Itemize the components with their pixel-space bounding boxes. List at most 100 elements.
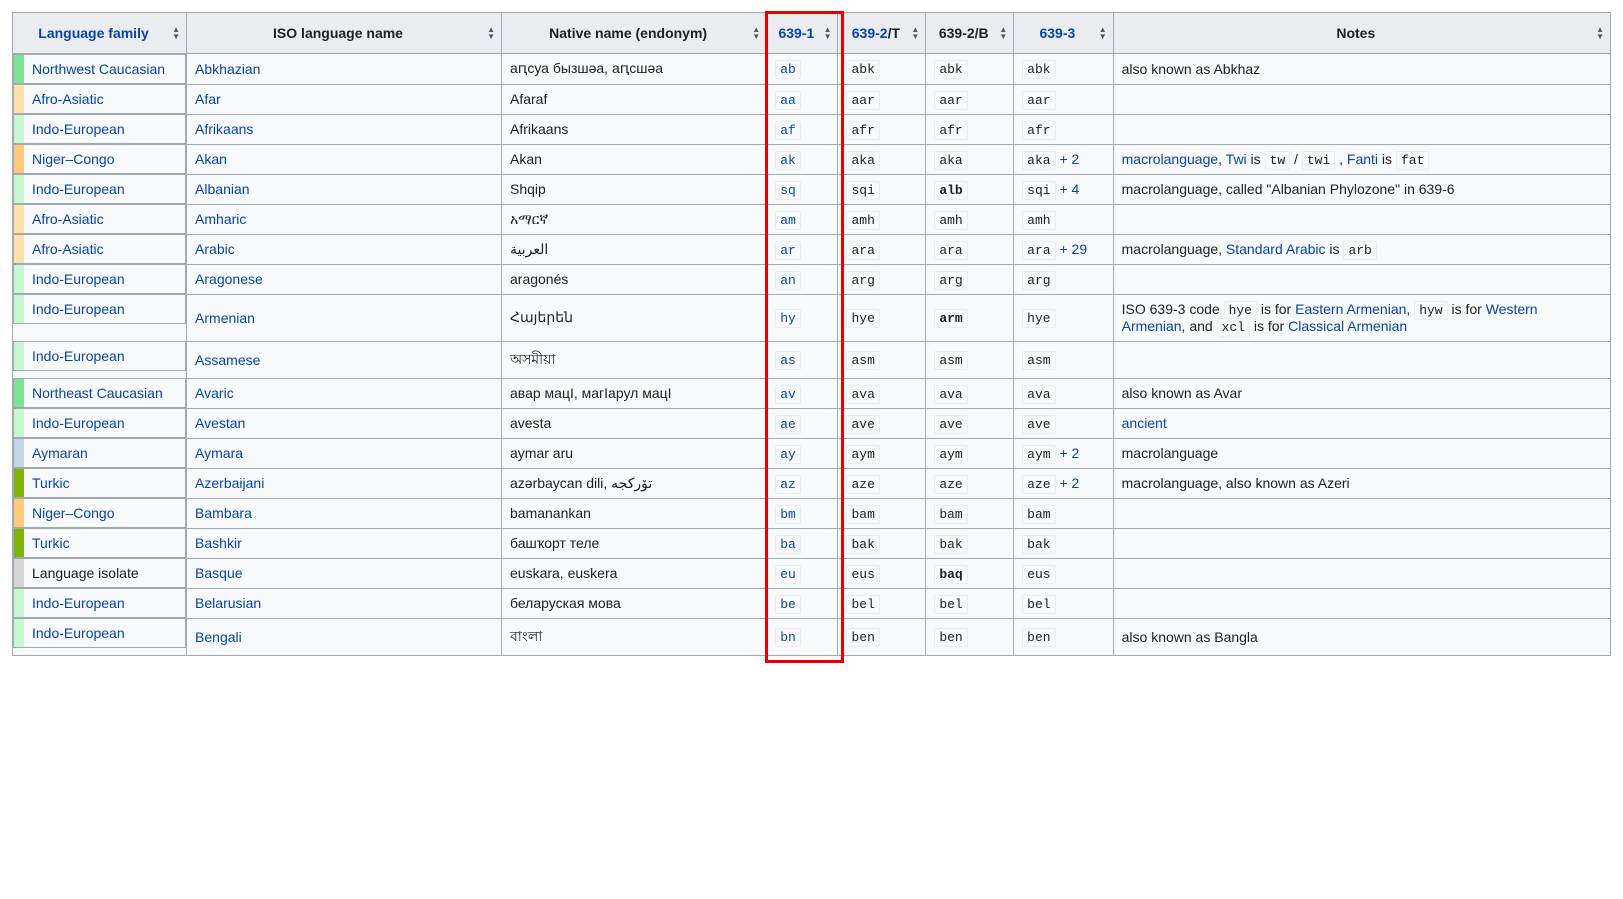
language-family-link[interactable]: Indo-European (32, 415, 125, 431)
language-family-link[interactable]: Aymaran (32, 445, 88, 461)
iso-language-name-link[interactable]: Arabic (195, 241, 235, 257)
iso-language-name-link[interactable]: Aymara (195, 445, 243, 461)
iso-language-name-link[interactable]: Basque (195, 565, 242, 581)
cell-639-2b: alb (926, 174, 1014, 204)
col-header-language-family[interactable]: Language family (13, 13, 187, 54)
code-639-1[interactable]: av (775, 385, 801, 404)
notes-link[interactable]: Fanti (1347, 151, 1378, 167)
notes-code: hyw (1414, 301, 1447, 320)
sort-icon[interactable] (824, 27, 832, 39)
notes-link[interactable]: macrolanguage (1122, 151, 1219, 167)
language-family-link[interactable]: Niger–Congo (32, 505, 115, 521)
code-639-3: hye (1022, 309, 1055, 328)
col-header-native-name[interactable]: Native name (endonym) (502, 13, 767, 54)
code-639-3-extra-link[interactable]: + 2 (1056, 151, 1080, 167)
language-family-link[interactable]: Indo-European (32, 181, 125, 197)
code-639-1[interactable]: hy (775, 309, 801, 328)
notes-link[interactable]: Eastern Armenian (1295, 301, 1406, 317)
code-639-1[interactable]: as (775, 351, 801, 370)
language-family-link[interactable]: Afro-Asiatic (32, 241, 104, 257)
notes-link[interactable]: Twi (1226, 151, 1247, 167)
iso-language-name-link[interactable]: Azerbaijani (195, 475, 264, 491)
language-family-link[interactable]: Northwest Caucasian (32, 61, 165, 77)
iso-language-name-link[interactable]: Afrikaans (195, 121, 253, 137)
language-family-link[interactable]: Indo-European (32, 301, 125, 317)
iso-language-name-link[interactable]: Abkhazian (195, 61, 260, 77)
iso-language-name-link[interactable]: Armenian (195, 310, 255, 326)
iso-language-name-link[interactable]: Belarusian (195, 595, 261, 611)
table-row: Afro-AsiaticAfarAfarafaaaaraaraar (13, 84, 1611, 114)
iso-language-name-link[interactable]: Amharic (195, 211, 246, 227)
language-family-link[interactable]: Northeast Caucasian (32, 385, 163, 401)
iso-language-name-link[interactable]: Albanian (195, 181, 250, 197)
code-639-3-extra-link[interactable]: + 29 (1056, 241, 1088, 257)
cell-language-family: Indo-European (13, 114, 186, 144)
code-639-1[interactable]: sq (775, 181, 801, 200)
sort-icon[interactable] (172, 27, 180, 39)
col-header-iso-language-name[interactable]: ISO language name (187, 13, 502, 54)
code-639-1[interactable]: aa (775, 91, 801, 110)
code-639-2t: sqi (846, 181, 879, 200)
language-family-link[interactable]: Turkic (32, 475, 70, 491)
cell-native-name: Հայերեն (502, 294, 767, 341)
iso-language-name-link[interactable]: Aragonese (195, 271, 263, 287)
language-family-link[interactable]: Indo-European (32, 595, 125, 611)
iso-language-name-link[interactable]: Avestan (195, 415, 245, 431)
code-639-1[interactable]: am (775, 211, 801, 230)
col-header-639-2b[interactable]: 639-2/B (926, 13, 1014, 54)
code-639-1[interactable]: eu (775, 565, 801, 584)
cell-language-family: Language isolate (13, 558, 186, 588)
cell-639-2t: bak (838, 528, 926, 558)
sort-icon[interactable] (487, 27, 495, 39)
language-family-link[interactable]: Indo-European (32, 271, 125, 287)
code-639-1[interactable]: ba (775, 535, 801, 554)
col-header-639-1[interactable]: 639-1 (767, 13, 838, 54)
code-639-1[interactable]: ay (775, 445, 801, 464)
code-639-3-extra-link[interactable]: + 2 (1056, 445, 1080, 461)
notes-text: , (1218, 151, 1226, 167)
iso-language-name-link[interactable]: Akan (195, 151, 227, 167)
sort-icon[interactable] (1099, 27, 1107, 39)
sort-icon[interactable] (1596, 27, 1604, 39)
code-639-1[interactable]: an (775, 271, 801, 290)
code-639-1[interactable]: bm (775, 505, 801, 524)
cell-language-family: Northeast Caucasian (13, 378, 186, 408)
code-639-3-extra-link[interactable]: + 2 (1056, 475, 1080, 491)
iso-language-name-link[interactable]: Bambara (195, 505, 252, 521)
col-header-639-3[interactable]: 639-3 (1014, 13, 1113, 54)
iso-language-name-link[interactable]: Bengali (195, 629, 242, 645)
code-639-1[interactable]: bn (775, 628, 801, 647)
sort-icon[interactable] (752, 27, 760, 39)
iso-language-name-link[interactable]: Assamese (195, 352, 260, 368)
code-639-1[interactable]: af (775, 121, 801, 140)
code-639-1[interactable]: ak (775, 151, 801, 170)
code-639-1[interactable]: az (775, 475, 801, 494)
language-family-link[interactable]: Indo-European (32, 625, 125, 641)
notes-link[interactable]: ancient (1122, 415, 1167, 431)
cell-639-3: bak (1014, 528, 1113, 558)
notes-text: is for (1448, 301, 1486, 317)
iso-language-name-link[interactable]: Bashkir (195, 535, 242, 551)
code-639-1[interactable]: ab (775, 60, 801, 79)
notes-link[interactable]: Standard Arabic (1226, 241, 1326, 257)
col-header-notes[interactable]: Notes (1113, 13, 1610, 54)
language-family-link[interactable]: Afro-Asiatic (32, 211, 104, 227)
notes-link[interactable]: Classical Armenian (1288, 318, 1407, 334)
notes-text: is (1326, 241, 1344, 257)
language-family-link[interactable]: Indo-European (32, 348, 125, 364)
sort-icon[interactable] (911, 27, 919, 39)
iso-language-name-link[interactable]: Afar (195, 91, 221, 107)
sort-icon[interactable] (999, 27, 1007, 39)
code-639-1[interactable]: ar (775, 241, 801, 260)
code-639-3: ara (1022, 241, 1055, 260)
language-family-link[interactable]: Niger–Congo (32, 151, 115, 167)
language-family-link[interactable]: Indo-European (32, 121, 125, 137)
iso-language-name-link[interactable]: Avaric (195, 385, 234, 401)
language-family-link[interactable]: Afro-Asiatic (32, 91, 104, 107)
language-family-link[interactable]: Turkic (32, 535, 70, 551)
code-639-1[interactable]: be (775, 595, 801, 614)
code-639-2b: amh (934, 211, 967, 230)
code-639-1[interactable]: ae (775, 415, 801, 434)
code-639-3-extra-link[interactable]: + 4 (1056, 181, 1080, 197)
col-header-639-2t[interactable]: 639-2/T (838, 13, 926, 54)
